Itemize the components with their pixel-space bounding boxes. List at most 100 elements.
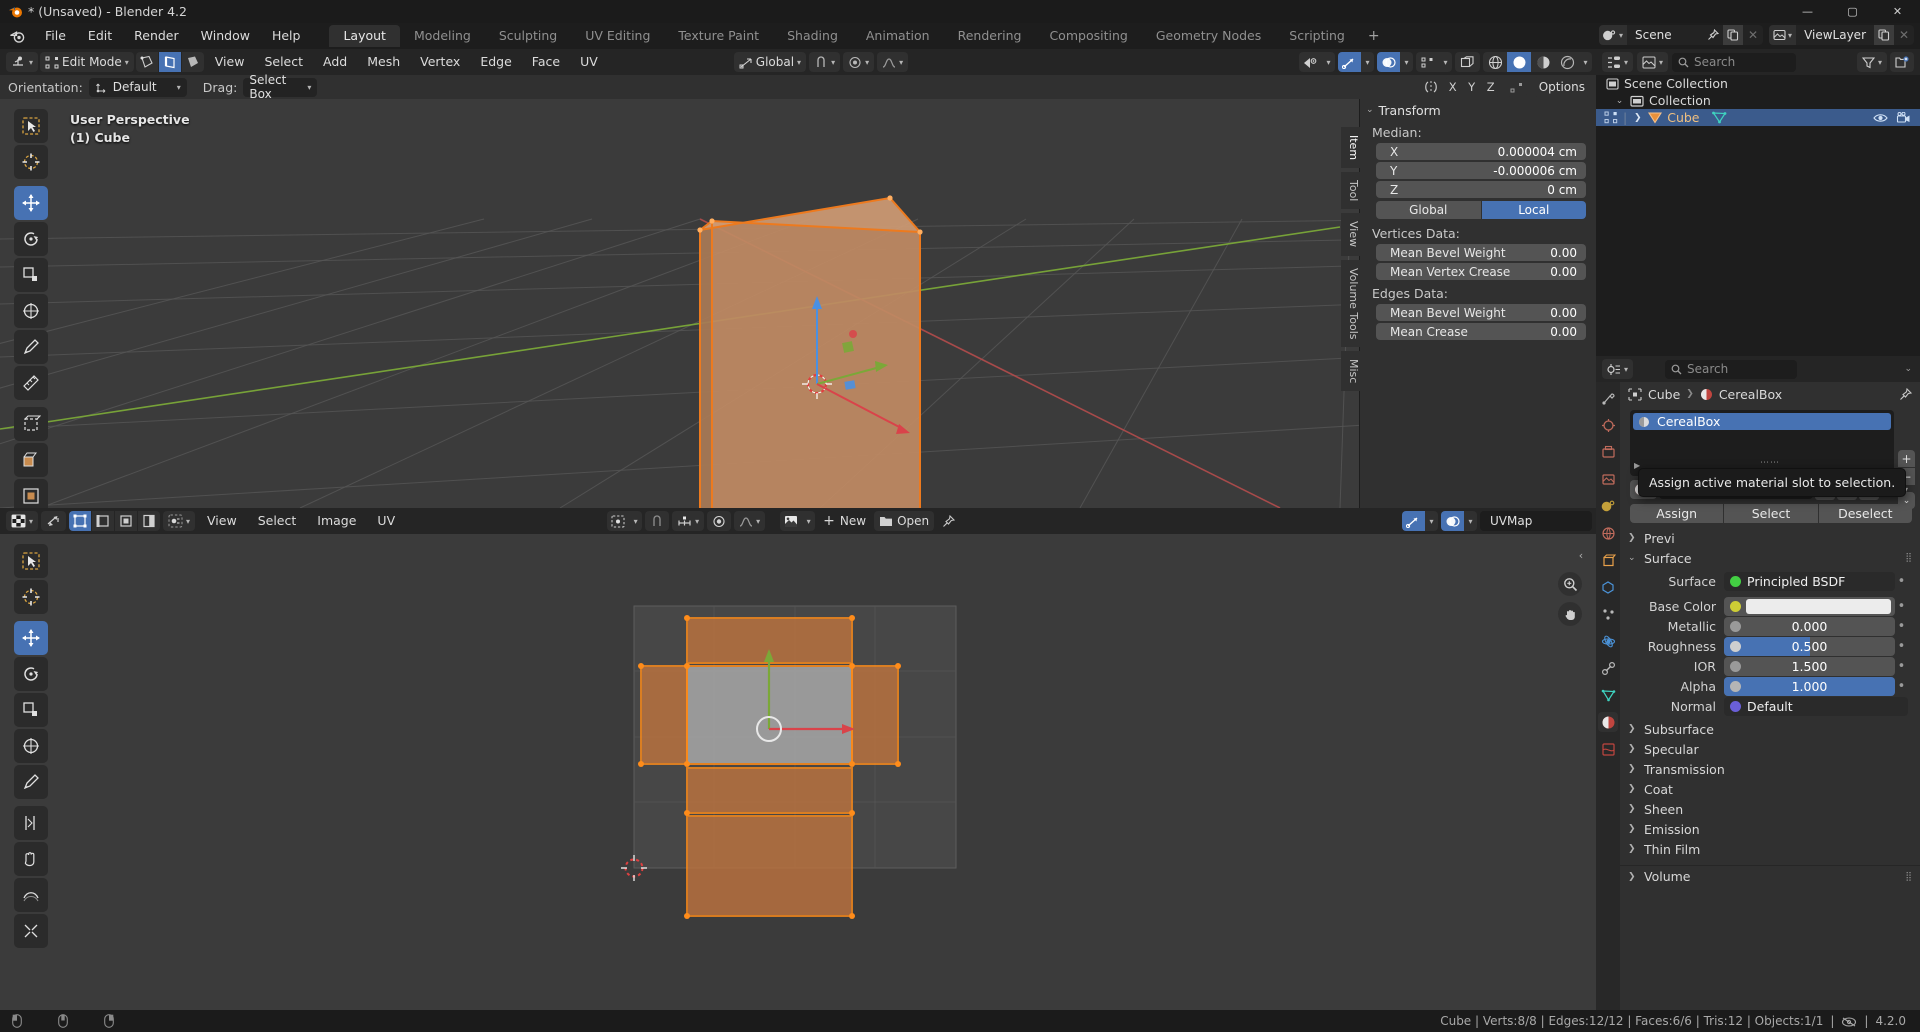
add-workspace-button[interactable]: + [1359,28,1389,44]
outliner-row-collection[interactable]: ⌄ Collection [1596,92,1920,109]
uv-editor-type-selector[interactable]: ▾ [6,511,39,531]
shading-rendered-icon[interactable] [1555,52,1579,72]
uv-tool-pinch[interactable] [14,914,48,948]
viewlayer-icon[interactable]: ▾ [1769,25,1797,45]
uv-gizmo-dropdown-icon[interactable]: ▾ [1425,511,1438,531]
snapping-toggle[interactable]: ▾ [809,52,841,72]
open-image-button[interactable]: Open [874,511,935,531]
uv-snap-target-selector[interactable]: ▾ [672,511,705,531]
list-resize-grip[interactable]: ⋯⋯ [1760,458,1780,468]
uv-overlays-selector[interactable]: ▾ [1441,511,1477,531]
properties-tab-scene[interactable] [1598,496,1618,516]
uv-menu-image[interactable]: Image [308,511,365,531]
tool-annotate[interactable] [14,330,48,364]
sidebar-tab-tool[interactable]: Tool [1341,172,1360,210]
workspace-tab-sculpting[interactable]: Sculpting [485,25,571,47]
image-datablock-icon[interactable] [780,511,803,531]
uv-show-overlays-icon[interactable] [1441,511,1464,531]
outliner-search-input[interactable]: Search [1672,52,1797,72]
uv-menu-view[interactable]: View [198,511,246,531]
local-space-button[interactable]: Local [1481,201,1586,219]
mirror-z-button[interactable]: Z [1481,77,1500,97]
workspace-tab-scripting[interactable]: Scripting [1275,25,1359,47]
uv-menu-select[interactable]: Select [249,511,306,531]
mesh-data-icon[interactable] [1711,111,1727,124]
mirror-x-button[interactable]: X [1443,77,1462,97]
tool-move[interactable] [14,186,48,220]
properties-tab-render[interactable] [1598,415,1618,435]
properties-tab-output[interactable] [1598,442,1618,462]
uv-pan-view-icon[interactable] [1558,602,1582,626]
menu-window[interactable]: Window [190,26,261,46]
editor-type-selector[interactable]: ▾ [6,52,39,72]
properties-tab-material[interactable] [1598,712,1618,732]
tool-tweak-select-box[interactable] [14,109,48,143]
sidebar-tab-view[interactable]: View [1341,213,1360,256]
sidebar-tab-misc[interactable]: Misc [1341,351,1360,392]
uv-proportional-falloff-selector[interactable]: ▾ [734,511,766,531]
edge-select-mode-icon[interactable] [158,52,181,72]
animate-ior-icon[interactable]: • [1895,659,1908,674]
uv-show-gizmo-icon[interactable] [1402,511,1425,531]
tool-measure[interactable] [14,366,48,400]
alpha-row[interactable]: Alpha 1.000 • [1620,677,1908,696]
outliner-new-collection-icon[interactable] [1890,52,1914,72]
outliner-display-mode-selector[interactable]: ▾ [1637,52,1669,72]
viewlayer-selector[interactable]: ▾ ViewLayer ✕ [1769,25,1914,45]
shading-wireframe-icon[interactable] [1483,52,1507,72]
remove-viewlayer-icon[interactable]: ✕ [1894,25,1914,45]
new-image-button[interactable]: + New [818,511,871,531]
mirror-y-button[interactable]: Y [1462,77,1481,97]
chevron-down-icon[interactable]: ⌄ [1614,96,1625,106]
uv-snapping-toggle[interactable] [645,511,670,531]
pin-image-icon[interactable] [937,511,960,531]
median-x-row[interactable]: X 0.000004 cm [1376,143,1586,160]
mirror-icon[interactable] [1421,77,1441,97]
uv-tool-move[interactable] [14,621,48,655]
tool-transform[interactable] [14,294,48,328]
uv-menu-uv[interactable]: UV [368,511,404,531]
sheen-section-header[interactable]: ❯ Sheen [1620,799,1920,819]
outliner-row-cube[interactable]: | ❯ Cube [1596,109,1920,126]
proportional-editing-toggle[interactable]: ▾ [843,52,875,72]
new-viewlayer-icon[interactable] [1874,25,1894,45]
show-gizmo-icon[interactable] [1338,52,1361,72]
transmission-section-header[interactable]: ❯ Transmission [1620,759,1920,779]
uv-tool-scale[interactable] [14,693,48,727]
uv-face-select-icon[interactable] [115,511,138,531]
workspace-tab-geometry-nodes[interactable]: Geometry Nodes [1142,25,1275,47]
base-color-value[interactable] [1724,597,1895,616]
xray-selector[interactable]: ▾ [1416,52,1452,72]
visibility-dropdown-icon[interactable]: ▾ [1322,52,1335,72]
volume-section-header[interactable]: ❯ Volume ⣿ [1620,865,1920,885]
animate-base-color-icon[interactable]: • [1895,599,1908,614]
select-material-button[interactable]: Select [1724,504,1818,523]
properties-tab-tool[interactable] [1598,388,1618,408]
viewport-menu-add[interactable]: Add [314,52,356,72]
uv-overlays-dropdown-icon[interactable]: ▾ [1464,511,1477,531]
new-scene-icon[interactable] [1723,25,1744,45]
shading-solid-icon[interactable] [1507,52,1531,72]
object-visibility-icon[interactable] [1299,52,1322,72]
tool-extrude-region[interactable] [14,443,48,477]
visibility-selector[interactable]: ▾ [1299,52,1335,72]
workspace-tab-shading[interactable]: Shading [773,25,852,47]
menu-render[interactable]: Render [123,26,190,46]
properties-tab-modifiers[interactable] [1598,577,1618,597]
chevron-right-icon[interactable]: ❯ [1632,113,1643,123]
properties-search-input[interactable]: Search [1665,359,1798,379]
viewport-menu-mesh[interactable]: Mesh [358,52,409,72]
uv-tool-cursor[interactable] [14,580,48,614]
camera-render-icon[interactable] [1896,111,1911,124]
image-dropdown-icon[interactable]: ▾ [802,511,816,531]
properties-tab-physics[interactable] [1598,631,1618,651]
tool-inset-faces[interactable] [14,479,48,508]
uv-pivot-dropdown-icon[interactable]: ▾ [629,511,643,531]
xray-dropdown-icon[interactable]: ▾ [1439,52,1452,72]
workspace-tab-rendering[interactable]: Rendering [944,25,1036,47]
uv-editor-canvas[interactable]: ‹ [0,534,1596,1012]
animate-shader-icon[interactable]: • [1895,574,1908,589]
uv-sidebar-toggle-icon[interactable]: ‹ [1575,548,1587,562]
face-select-mode-icon[interactable] [181,52,204,72]
outliner-filter-icon[interactable]: ▾ [1856,52,1887,72]
